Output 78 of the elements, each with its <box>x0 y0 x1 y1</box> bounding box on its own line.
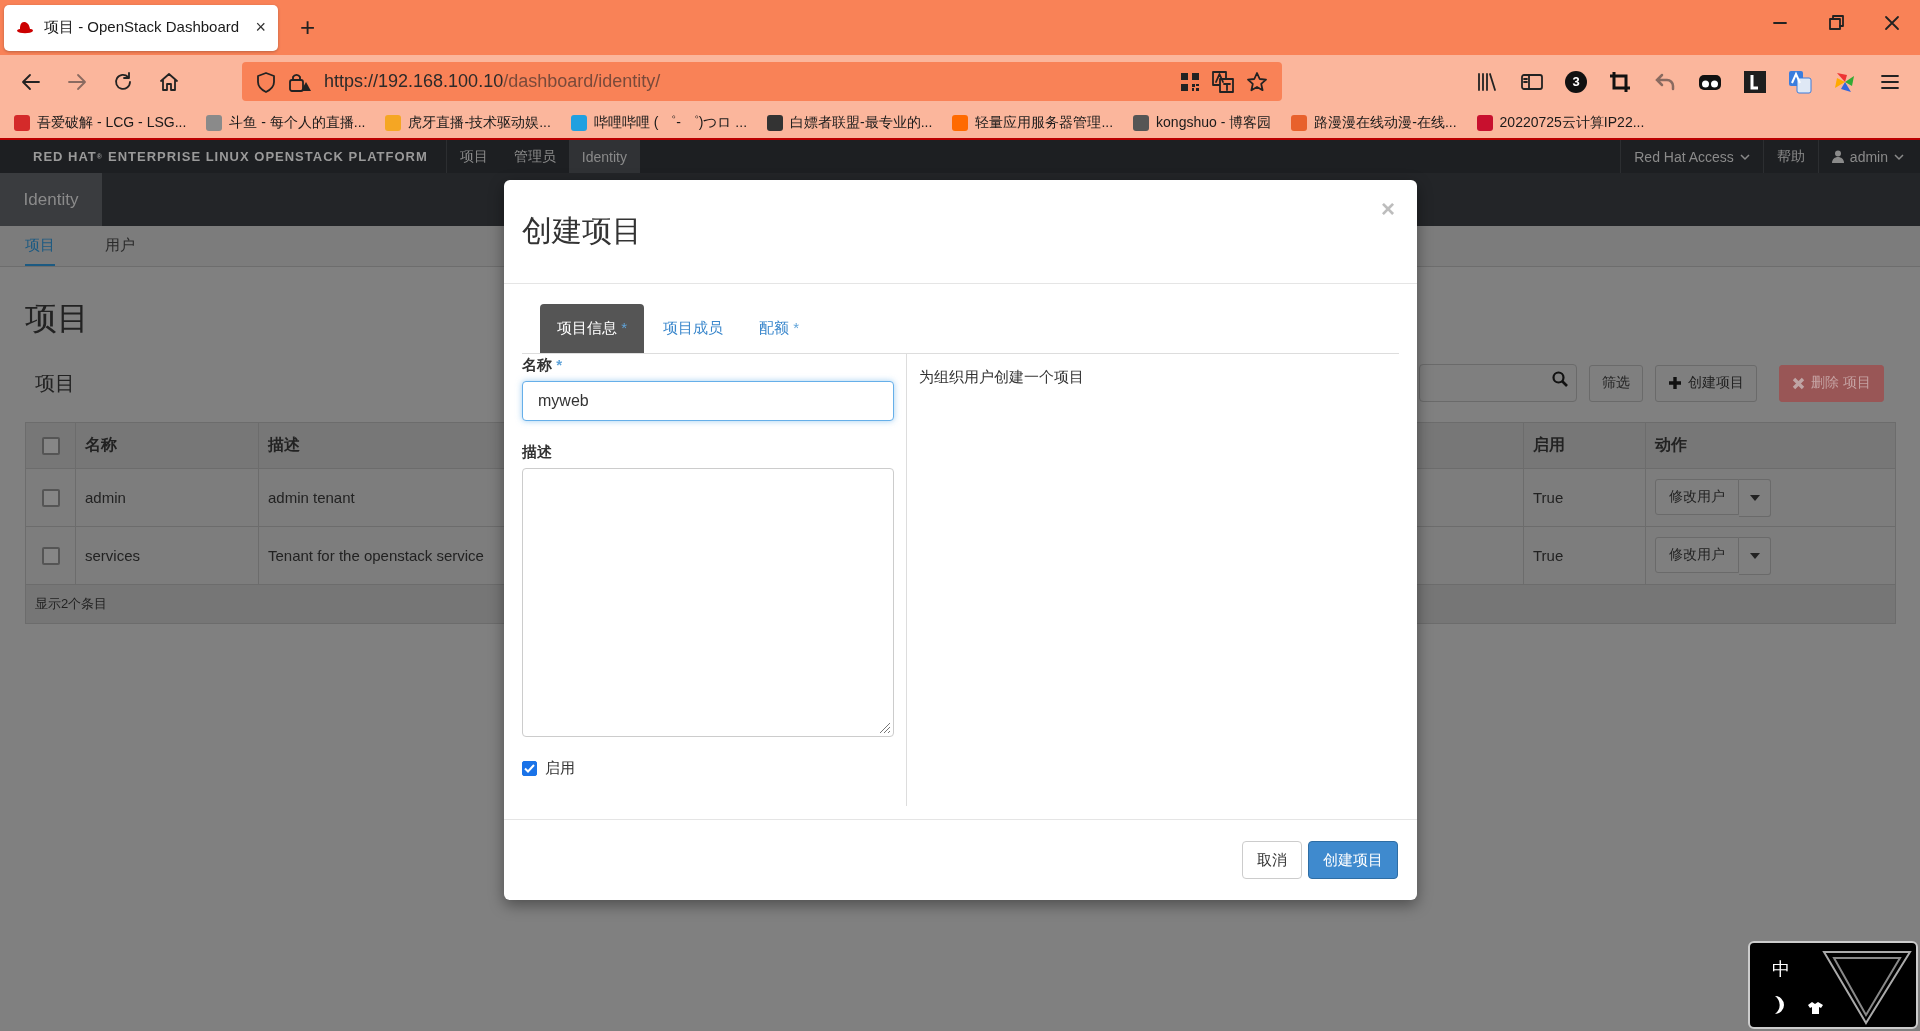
nav-link[interactable]: 管理员 <box>500 140 569 173</box>
close-button[interactable]: × <box>255 17 266 38</box>
create-button[interactable]: 创建项目 <box>1308 841 1398 879</box>
bookmark-link[interactable]: 斗鱼 - 每个人的直播... <box>206 114 366 132</box>
column-header: 名称 <box>75 422 259 469</box>
column-header: 启用 <box>1523 422 1646 469</box>
caret-icon <box>1749 552 1760 559</box>
restore-icon[interactable] <box>1827 14 1845 32</box>
nav-link[interactable]: 项目 <box>446 140 501 173</box>
bookmark-link[interactable]: 哔哩哔哩 ( ゜- ゜)つロ ... <box>570 114 748 132</box>
dropdown-toggle[interactable] <box>1739 536 1771 575</box>
browser-tab[interactable]: 项目 - OpenStack Dashboard × <box>4 4 278 51</box>
user-icon <box>1831 150 1844 163</box>
bookmark-link[interactable]: 虎牙直播-技术驱动娱... <box>385 114 551 132</box>
resize-grip-icon <box>879 722 891 734</box>
close-icon[interactable] <box>1883 14 1901 32</box>
dialog-tab[interactable]: 配额 * <box>742 304 817 353</box>
tab-title: 项目 - OpenStack Dashboard <box>44 18 241 37</box>
subnav-tab[interactable]: 用户 <box>105 226 135 266</box>
create-button[interactable]: 创建项目 <box>1655 364 1758 402</box>
dropdown-toggle[interactable] <box>1739 478 1771 517</box>
table-cell: True <box>1523 468 1646 527</box>
check-icon <box>524 764 535 773</box>
translate-icon[interactable] <box>1788 69 1812 94</box>
table-cell: True <box>1523 526 1646 585</box>
search-field[interactable] <box>1419 364 1578 402</box>
star-icon[interactable] <box>1246 70 1268 93</box>
name-field[interactable]: myweb <box>522 381 894 421</box>
item-count: 显示2个条目 <box>35 596 108 611</box>
panel-tab[interactable]: Identity <box>0 173 102 226</box>
dialog-title: 创建项目 <box>522 213 642 249</box>
description-field[interactable] <box>522 468 894 737</box>
dialog-tab[interactable]: 项目信息 * <box>540 304 644 353</box>
help-text: 为组织用户创建一个项目 <box>918 367 1085 387</box>
triangle-icon <box>1822 949 1912 1025</box>
section-title: 项目 <box>35 370 75 396</box>
qr-code-icon[interactable] <box>1180 71 1200 92</box>
edit-users-button[interactable]: 修改用户 <box>1655 478 1739 515</box>
page-title: 项目 <box>25 299 89 338</box>
caret-icon <box>1749 494 1760 501</box>
checkbox-label: 启用 <box>545 759 575 778</box>
column-header: 动作 <box>1645 422 1896 469</box>
checkbox[interactable] <box>522 761 537 776</box>
dialog-tab[interactable]: 项目成员 <box>646 304 740 353</box>
table-cell: admin <box>75 468 259 527</box>
bookmark-link[interactable]: kongshuo - 博客园 <box>1133 114 1272 132</box>
bookmark-link[interactable]: 路漫漫在线动漫-在线... <box>1291 114 1457 132</box>
bookmark-square-icon[interactable] <box>1743 69 1767 94</box>
bookmark-link[interactable]: 吾爱破解 - LCG - LSG... <box>14 114 187 132</box>
counter-badge[interactable]: 3 <box>1565 70 1587 93</box>
reload-icon[interactable] <box>112 70 134 93</box>
search-icon <box>1552 371 1569 387</box>
field-label: 名称 * <box>522 356 563 375</box>
new-tab-button[interactable]: + <box>292 12 324 43</box>
hat-icon <box>16 20 34 35</box>
url-field[interactable]: https://192.168.100.10/dashboard/identity/ <box>242 62 1282 101</box>
chevron-icon <box>1739 152 1750 161</box>
cross-icon <box>1792 376 1806 390</box>
shield-icon <box>256 70 276 93</box>
bookmark-link[interactable]: 轻量应用服务器管理... <box>952 114 1114 132</box>
row-checkbox[interactable] <box>41 546 60 565</box>
home-icon[interactable] <box>158 70 180 93</box>
row-checkbox[interactable] <box>41 488 60 507</box>
select-all-checkbox[interactable] <box>41 436 60 455</box>
shirt-icon <box>1808 1001 1823 1014</box>
table-cell: services <box>75 526 259 585</box>
translate-icon[interactable] <box>1212 70 1234 93</box>
filter-button[interactable]: 筛选 <box>1589 364 1644 402</box>
bookmark-link[interactable]: 白嫖者联盟-最专业的... <box>767 114 933 132</box>
chevron-icon <box>1894 152 1904 161</box>
bookmark-link[interactable]: 20220725云计算IP22... <box>1476 114 1645 132</box>
plus-icon <box>1668 376 1683 390</box>
edit-users-button[interactable]: 修改用户 <box>1655 536 1739 573</box>
nav-link[interactable]: Identity <box>568 140 640 173</box>
crop-icon[interactable] <box>1608 69 1632 94</box>
input-mode-indicator[interactable]: 中 <box>1772 957 1790 981</box>
field-label: 描述 <box>522 443 553 462</box>
cancel-button[interactable]: 取消 <box>1242 841 1302 879</box>
